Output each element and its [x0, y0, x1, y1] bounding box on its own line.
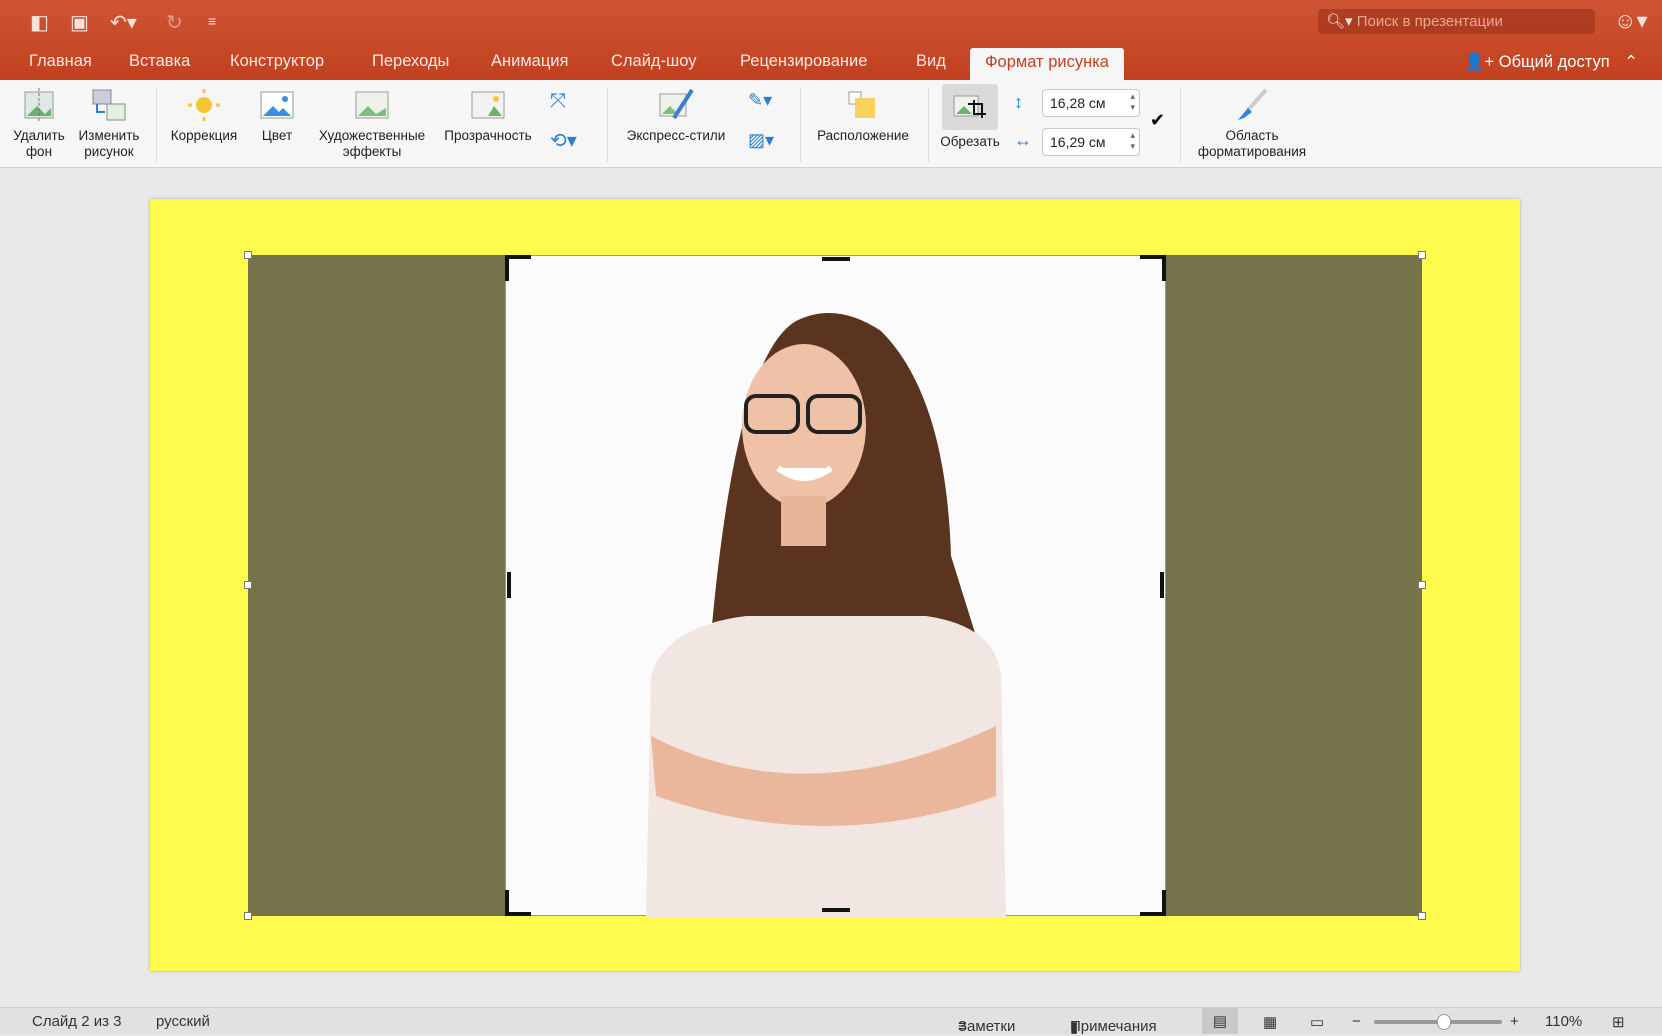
- share-button[interactable]: 👤+ Общий доступ ⌃: [1464, 52, 1638, 72]
- resize-handle[interactable]: [244, 912, 252, 920]
- language-indicator[interactable]: русский: [156, 1013, 210, 1030]
- artistic-effects-button[interactable]: Художественные эффекты: [312, 88, 432, 160]
- notes-label: Заметки: [958, 1018, 1016, 1035]
- resize-handle[interactable]: [244, 581, 252, 589]
- search-input[interactable]: 🔍︎▾ Поиск в презентации: [1318, 9, 1595, 34]
- height-icon: ↕: [1014, 92, 1023, 112]
- portrait-image: [646, 313, 1006, 917]
- crop-handle-left[interactable]: [507, 572, 511, 598]
- picture-woman-portrait[interactable]: [505, 255, 1166, 917]
- picture-border-icon[interactable]: ✎▾: [748, 90, 772, 111]
- sun-icon: [188, 89, 220, 121]
- remove-background-label: Удалить фон: [13, 128, 65, 159]
- search-placeholder: Поиск в презентации: [1356, 13, 1503, 30]
- tab-insert[interactable]: Вставка: [129, 52, 190, 71]
- arrange-label: Расположение: [817, 128, 909, 143]
- crop-button[interactable]: Обрезать: [938, 84, 1002, 150]
- slide-sorter-icon[interactable]: ▦: [1263, 1013, 1277, 1031]
- crop-label: Обрезать: [940, 134, 1000, 149]
- color-button[interactable]: Цвет: [250, 88, 304, 144]
- zoom-in-button[interactable]: +: [1510, 1013, 1519, 1030]
- transparency-button[interactable]: Прозрачность: [438, 88, 538, 144]
- arrange-icon: [848, 91, 875, 118]
- crop-region-left: [248, 255, 505, 916]
- color-label: Цвет: [261, 128, 293, 143]
- slide-counter: Слайд 2 из 3: [32, 1013, 122, 1030]
- undo-icon[interactable]: ↶▾: [110, 10, 137, 35]
- title-bar: ◧ ▣ ↶▾ ↻ ≡ 🔍︎▾ Поиск в презентации ☺▾ Гл…: [0, 0, 1662, 80]
- artistic-effects-icon: [355, 91, 389, 119]
- tab-design[interactable]: Конструктор: [230, 52, 324, 71]
- change-picture-icon: [92, 89, 126, 121]
- arrange-button[interactable]: Расположение: [808, 88, 918, 144]
- color-picture-icon: [260, 91, 294, 119]
- remove-background-icon: [24, 88, 54, 122]
- quick-styles-button[interactable]: Экспресс-стили: [616, 88, 736, 144]
- transparency-icon: [471, 91, 505, 119]
- comments-label: Примечания: [1070, 1018, 1157, 1035]
- tab-picture-format[interactable]: Формат рисунка: [970, 48, 1124, 80]
- collapse-ribbon-icon[interactable]: ⌃: [1624, 53, 1638, 71]
- crop-region-right: [1166, 255, 1422, 916]
- tab-review[interactable]: Рецензирование: [740, 52, 867, 71]
- change-picture-button[interactable]: Изменить рисунок: [74, 88, 144, 160]
- fit-to-window-icon[interactable]: ⊞: [1612, 1013, 1625, 1031]
- tab-transitions[interactable]: Переходы: [372, 52, 449, 71]
- add-person-icon: 👤+: [1464, 53, 1499, 71]
- crop-icon: [953, 95, 986, 118]
- zoom-level[interactable]: 110%: [1545, 1013, 1582, 1030]
- tab-view[interactable]: Вид: [916, 52, 946, 71]
- height-input[interactable]: 16,28 см: [1042, 89, 1140, 117]
- zoom-slider-thumb[interactable]: [1437, 1014, 1452, 1030]
- redo-icon[interactable]: ↻: [166, 10, 183, 35]
- width-input[interactable]: 16,29 см: [1042, 128, 1140, 156]
- reset-picture-icon[interactable]: ⟲▾: [550, 128, 577, 153]
- corrections-button[interactable]: Коррекция: [165, 88, 243, 144]
- tab-home[interactable]: Главная: [29, 52, 92, 71]
- artistic-effects-label: Художественные эффекты: [318, 128, 426, 159]
- save-icon[interactable]: ▣: [70, 10, 89, 35]
- tab-animations[interactable]: Анимация: [491, 52, 568, 71]
- picture-effects-icon[interactable]: ▨▾: [748, 130, 774, 151]
- crop-handle-right[interactable]: [1160, 572, 1164, 598]
- lock-aspect-ratio-checkbox[interactable]: ✔: [1150, 110, 1165, 131]
- resize-handle[interactable]: [1418, 251, 1426, 259]
- customize-icon[interactable]: ≡: [208, 13, 216, 29]
- search-icon: 🔍︎▾: [1326, 13, 1357, 30]
- resize-handle[interactable]: [244, 251, 252, 259]
- share-label: Общий доступ: [1498, 53, 1610, 71]
- sidebar-icon[interactable]: ◧: [30, 10, 49, 35]
- resize-handle[interactable]: [1418, 912, 1426, 920]
- presenter-view-icon[interactable]: ▭: [1310, 1013, 1324, 1031]
- format-pane-label: Область форматирования: [1197, 128, 1307, 159]
- transparency-label: Прозрачность: [444, 128, 532, 143]
- paintbrush-icon: [1238, 88, 1268, 120]
- width-icon: ↔: [1014, 130, 1032, 150]
- corrections-label: Коррекция: [170, 128, 238, 143]
- feedback-smiley-icon[interactable]: ☺▾: [1614, 8, 1648, 34]
- remove-background-button[interactable]: Удалить фон: [8, 88, 70, 160]
- quick-styles-icon: [659, 88, 694, 120]
- resize-handle[interactable]: [1418, 581, 1426, 589]
- compress-pictures-icon[interactable]: ⤧: [550, 90, 566, 113]
- format-pane-button[interactable]: Область форматирования: [1190, 88, 1314, 160]
- quick-styles-label: Экспресс-стили: [626, 128, 726, 143]
- tab-slideshow[interactable]: Слайд-шоу: [611, 52, 697, 71]
- crop-handle-top[interactable]: [822, 257, 850, 261]
- change-picture-label: Изменить рисунок: [78, 128, 140, 159]
- zoom-out-button[interactable]: −: [1352, 1013, 1361, 1030]
- ribbon: Удалить фон Изменить рисунок Коррекция Ц…: [0, 80, 1662, 168]
- status-bar: Слайд 2 из 3 русский ≡ Заметки ▮ Примеча…: [0, 1007, 1662, 1036]
- crop-handle-bottom[interactable]: [822, 908, 850, 912]
- normal-view-icon[interactable]: ▤: [1202, 1008, 1238, 1034]
